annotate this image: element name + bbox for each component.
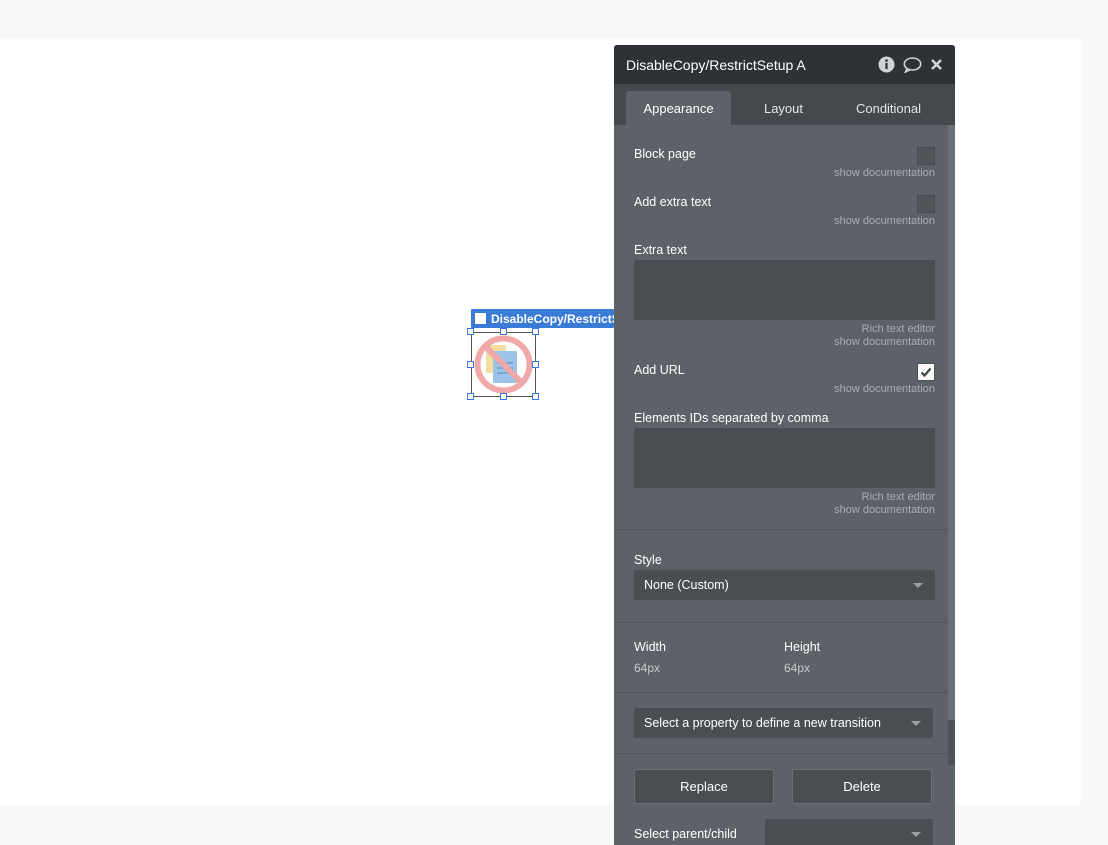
property-editor-panel: DisableCopy/RestrictSetup A Appearance L… — [614, 45, 955, 845]
panel-tabs: Appearance Layout Conditional — [614, 84, 955, 125]
selected-element[interactable] — [471, 332, 536, 397]
style-label: Style — [634, 553, 662, 567]
disable-copy-icon — [474, 335, 533, 394]
chevron-down-icon — [911, 832, 921, 837]
height-value[interactable]: 64px — [784, 661, 810, 675]
element-tag-label: DisableCopy/RestrictSetup A — [491, 311, 614, 326]
delete-button[interactable]: Delete — [792, 769, 932, 804]
extra-text-rich-editor-link[interactable]: Rich text editor — [862, 323, 935, 335]
divider — [614, 753, 955, 754]
selected-element-tag[interactable]: DisableCopy/RestrictSetup A — [471, 309, 614, 328]
parent-child-label: Select parent/child — [634, 827, 737, 841]
element-ids-rich-editor-link[interactable]: Rich text editor — [862, 491, 935, 503]
extra-text-doc-link[interactable]: show documentation — [834, 336, 935, 348]
element-checkbox-icon — [475, 313, 486, 324]
block-page-label: Block page — [634, 147, 696, 161]
field-element-ids: Elements IDs separated by comma Rich tex… — [634, 411, 935, 516]
panel-scrollbar-thumb[interactable] — [948, 125, 955, 720]
resize-handle-r[interactable] — [532, 361, 539, 368]
field-style: Style None (Custom) — [634, 553, 935, 600]
checkmark-icon — [920, 367, 932, 378]
panel-header[interactable]: DisableCopy/RestrictSetup A — [614, 45, 955, 84]
extra-text-input[interactable] — [634, 260, 935, 320]
add-extra-text-checkbox[interactable] — [917, 195, 935, 213]
style-dropdown-value: None (Custom) — [644, 578, 729, 592]
transition-dropdown[interactable]: Select a property to define a new transi… — [634, 708, 933, 738]
block-page-checkbox[interactable] — [917, 147, 935, 165]
tab-layout[interactable]: Layout — [731, 91, 836, 125]
add-extra-text-doc-link[interactable]: show documentation — [834, 215, 935, 227]
add-extra-text-label: Add extra text — [634, 195, 712, 209]
resize-handle-br[interactable] — [532, 393, 539, 400]
resize-handle-l[interactable] — [467, 361, 474, 368]
replace-button[interactable]: Replace — [634, 769, 774, 804]
resize-handle-tr[interactable] — [532, 328, 539, 335]
divider — [614, 529, 955, 530]
info-icon[interactable] — [878, 56, 895, 73]
style-dropdown[interactable]: None (Custom) — [634, 570, 935, 600]
add-url-doc-link[interactable]: show documentation — [834, 383, 935, 395]
element-ids-label: Elements IDs separated by comma — [634, 411, 829, 425]
resize-handle-tl[interactable] — [467, 328, 474, 335]
resize-handle-t[interactable] — [500, 328, 507, 335]
extra-text-label: Extra text — [634, 243, 687, 257]
element-ids-doc-link[interactable]: show documentation — [834, 504, 935, 516]
height-label: Height — [784, 640, 821, 654]
divider — [614, 622, 955, 623]
resize-handle-b[interactable] — [500, 393, 507, 400]
tab-appearance[interactable]: Appearance — [626, 91, 731, 125]
close-icon[interactable] — [930, 58, 943, 71]
divider — [614, 692, 955, 693]
field-add-url: Add URL show documentation — [634, 363, 935, 395]
tab-conditional[interactable]: Conditional — [836, 91, 941, 125]
chevron-down-icon — [911, 721, 921, 726]
field-add-extra-text: Add extra text show documentation — [634, 195, 935, 227]
comment-icon[interactable] — [903, 56, 922, 73]
panel-title: DisableCopy/RestrictSetup A — [626, 56, 806, 73]
add-url-label: Add URL — [634, 363, 685, 377]
field-block-page: Block page show documentation — [634, 147, 935, 179]
width-value[interactable]: 64px — [634, 661, 660, 675]
add-url-checkbox[interactable] — [917, 363, 935, 381]
parent-child-dropdown[interactable] — [765, 819, 933, 845]
width-label: Width — [634, 640, 666, 654]
field-size: Width 64px Height 64px — [634, 640, 935, 680]
panel-body: Block page show documentation Add extra … — [614, 125, 955, 845]
field-extra-text: Extra text Rich text editor show documen… — [634, 243, 935, 348]
block-page-doc-link[interactable]: show documentation — [834, 167, 935, 179]
transition-dropdown-placeholder: Select a property to define a new transi… — [644, 716, 881, 730]
resize-handle-bl[interactable] — [467, 393, 474, 400]
element-ids-input[interactable] — [634, 428, 935, 488]
chevron-down-icon — [913, 583, 923, 588]
